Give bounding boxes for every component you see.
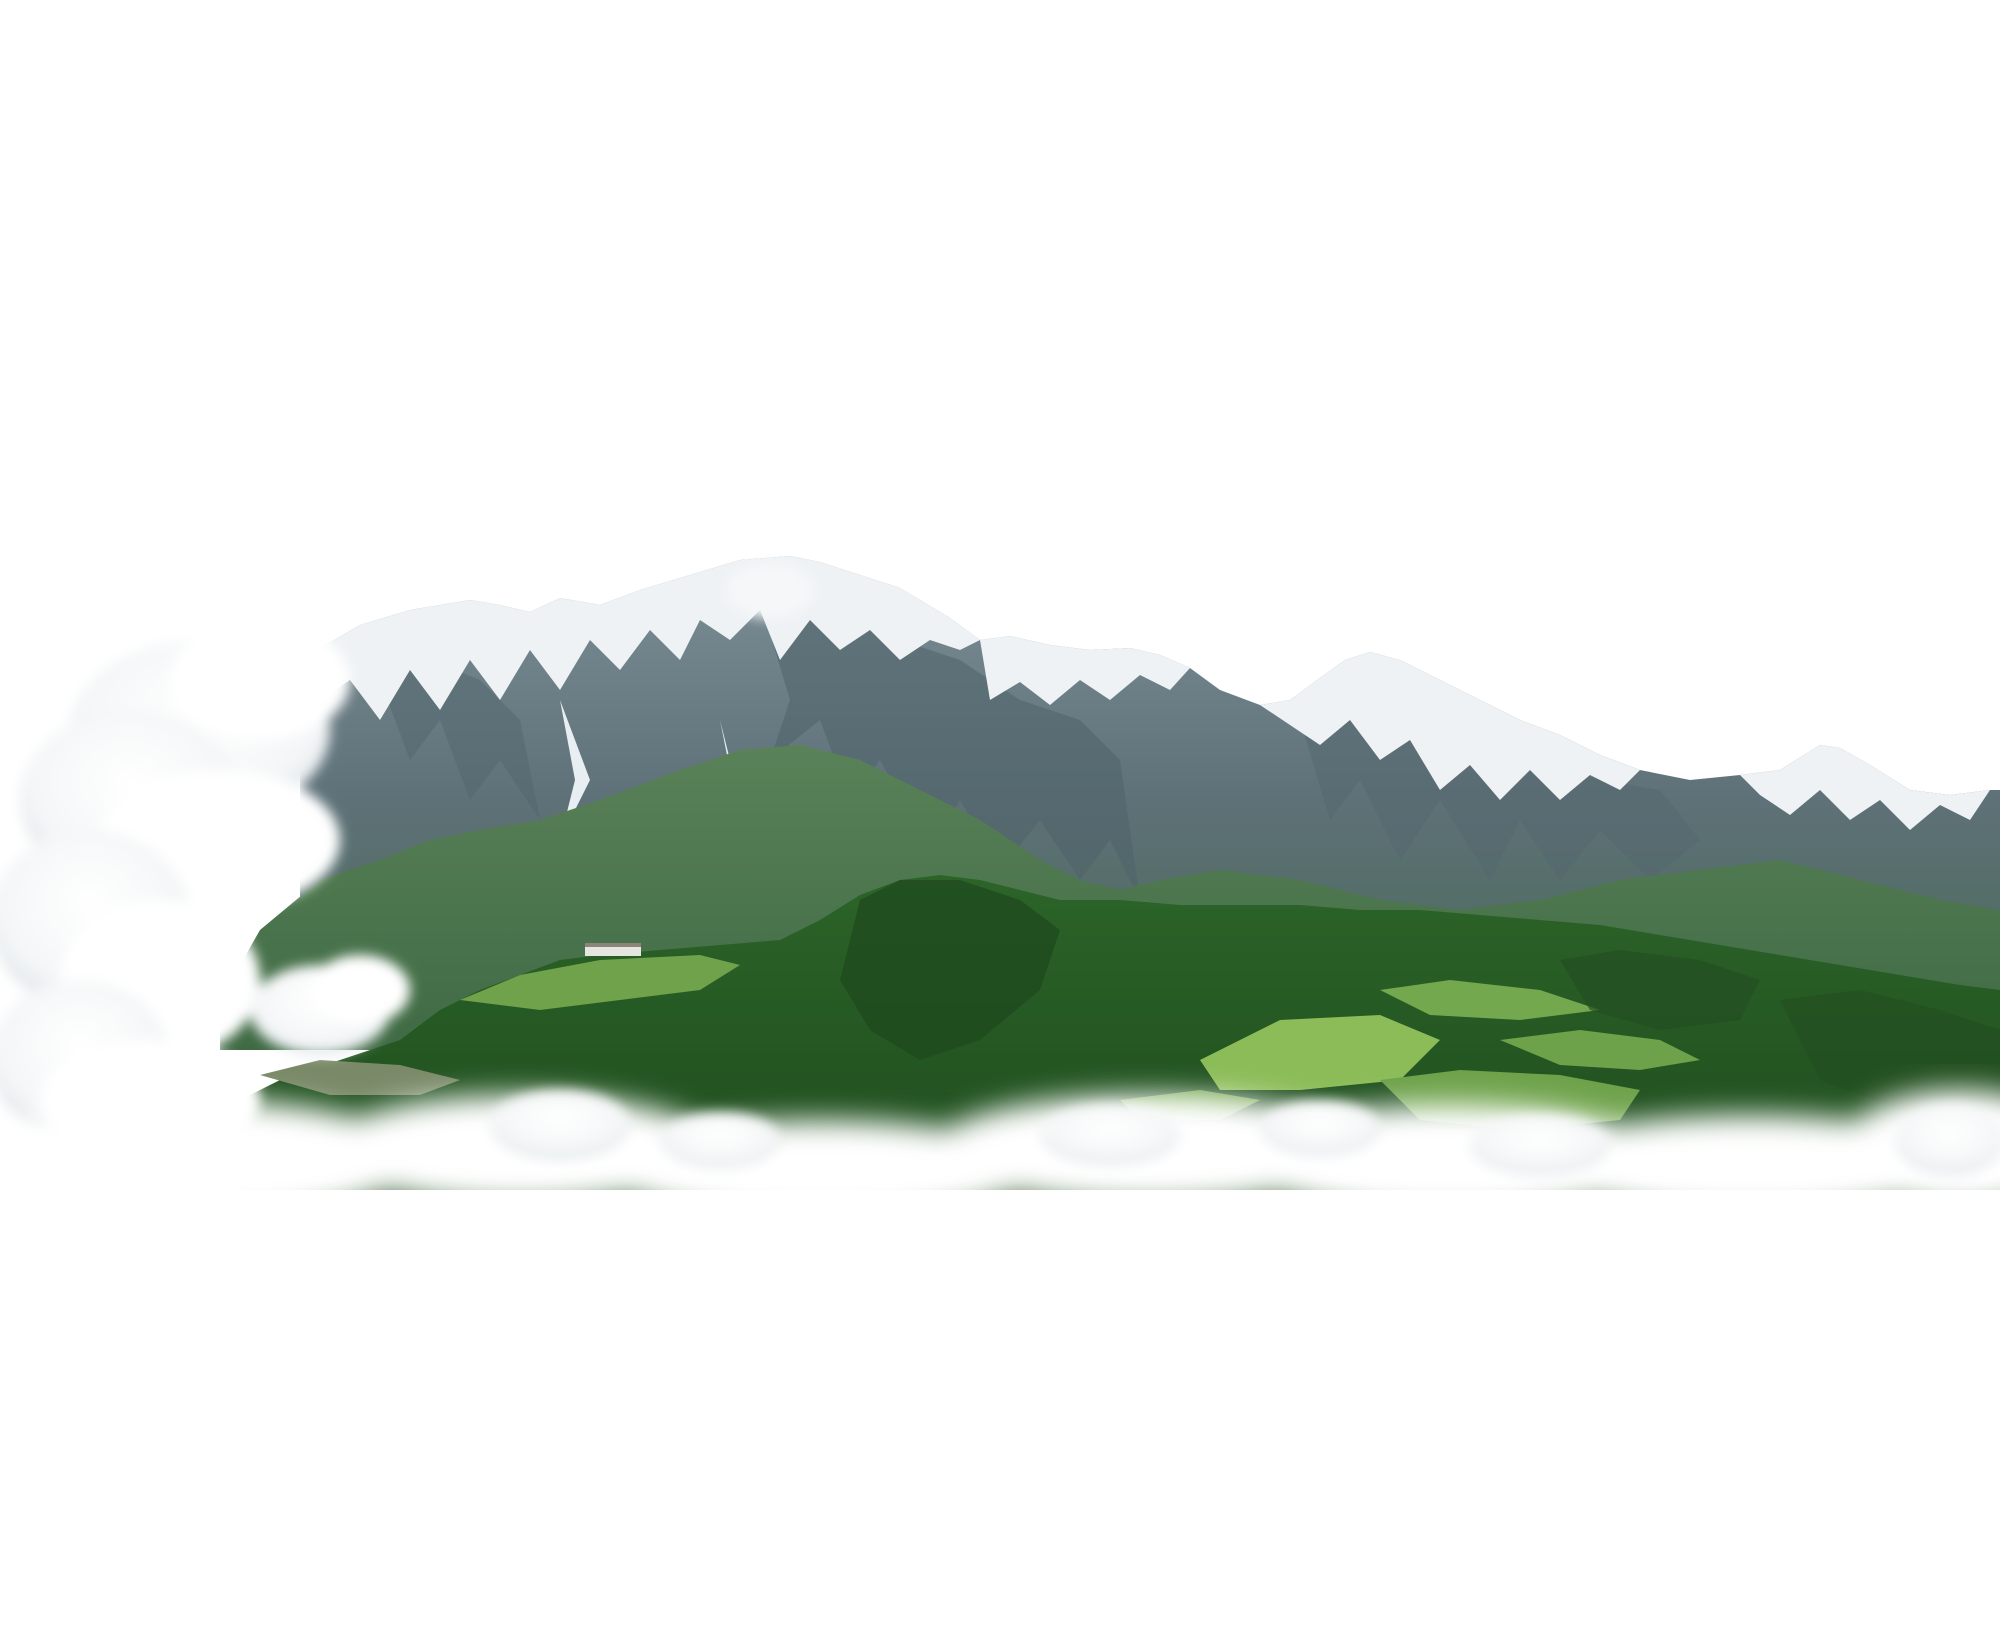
landscape-illustration: [0, 556, 2000, 1630]
landscape-photo: [0, 0, 2000, 1630]
